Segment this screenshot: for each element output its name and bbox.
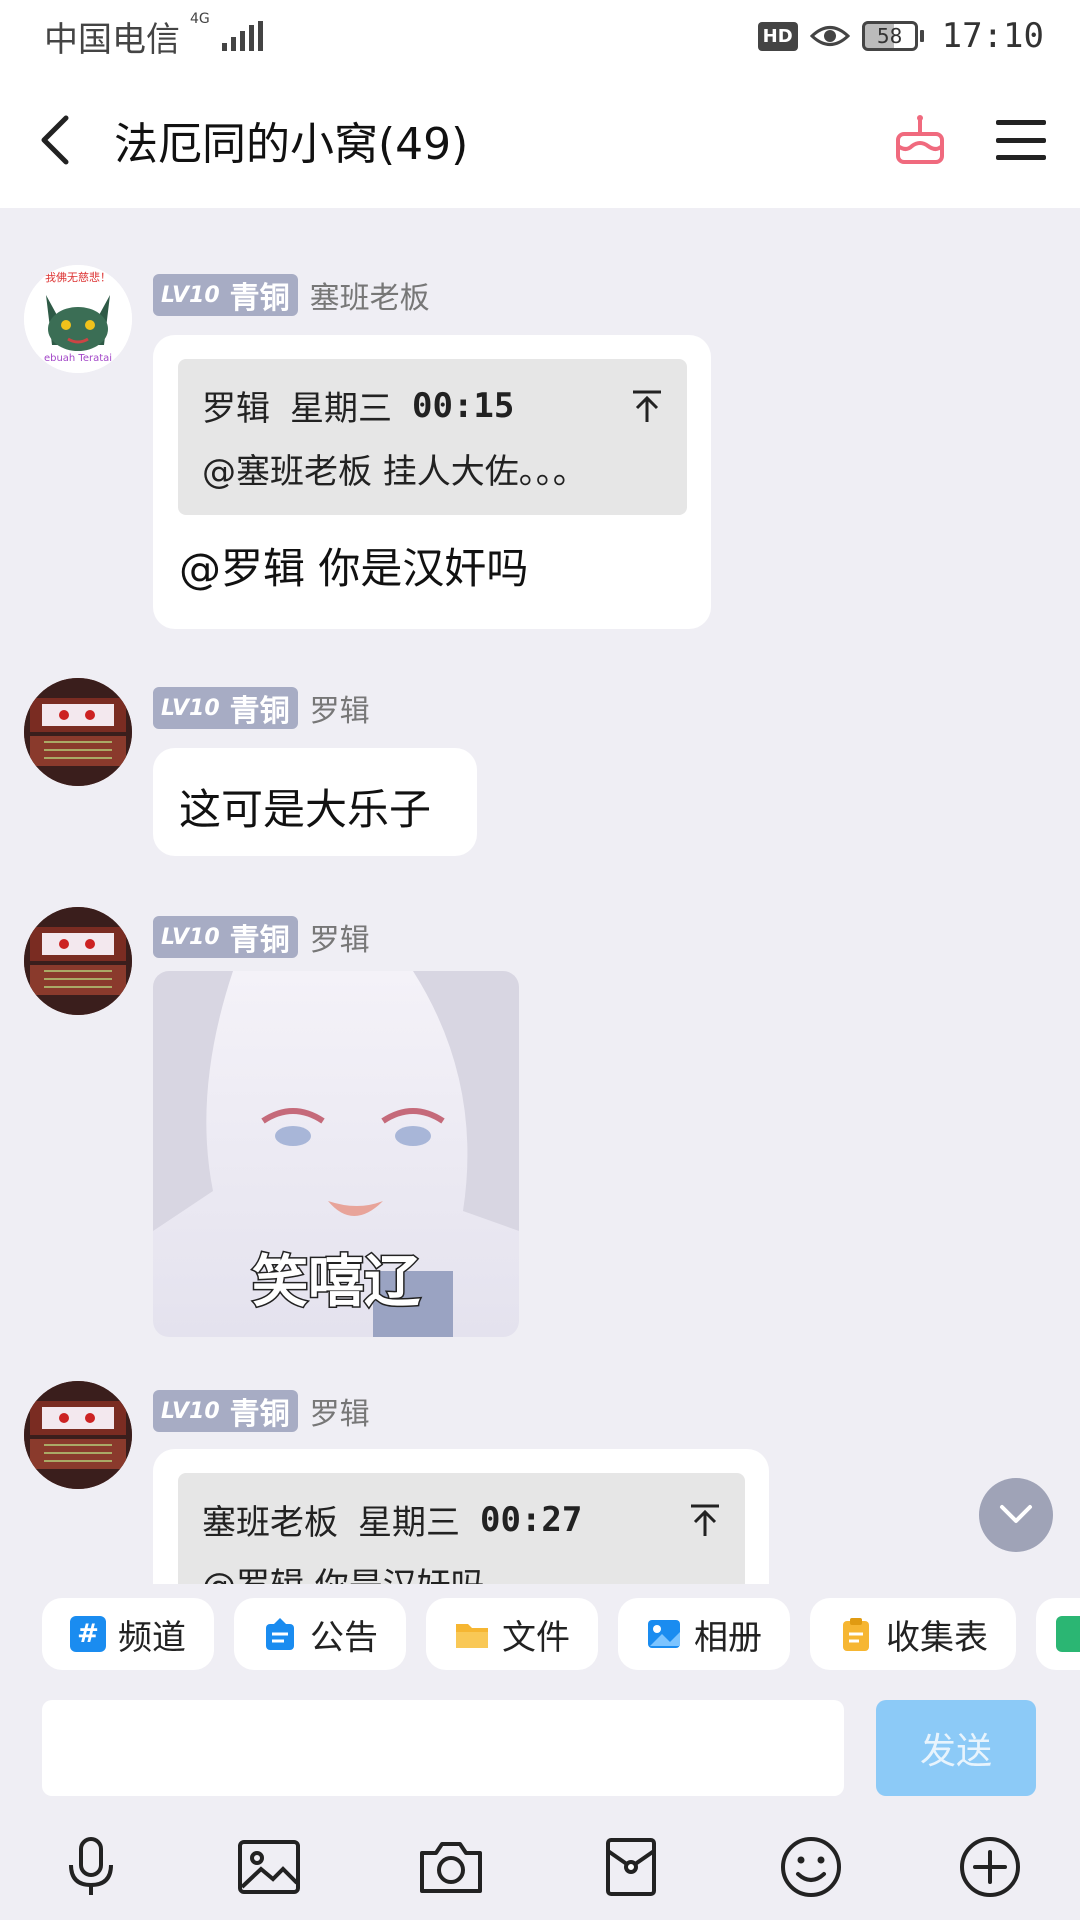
more-button[interactable]: [955, 1832, 1025, 1902]
message-meta: LV10 青铜 罗辑: [153, 915, 370, 959]
level-badge: LV10 青铜: [153, 1390, 298, 1432]
emoji-button[interactable]: [776, 1832, 846, 1902]
quick-actions-bar: # 频道 公告 文件 相册 收集表: [0, 1584, 1080, 1684]
chat-area[interactable]: 我佛无慈悲！ ebuah Teratai LV10 青铜 塞班老板 罗辑 星期三…: [0, 208, 1080, 1584]
composer: 发送: [0, 1684, 1080, 1804]
back-button[interactable]: [34, 105, 84, 175]
message-meta: LV10 青铜 塞班老板: [153, 273, 430, 317]
back-arrow-icon: [41, 115, 69, 165]
message-text: @罗辑 你是汉奸吗: [179, 544, 529, 593]
clock: 17:10: [941, 16, 1044, 56]
sticker-caption: 笑嘻辽: [252, 1250, 420, 1315]
more-app-icon: [1056, 1616, 1080, 1652]
quote-author: 塞班老板: [202, 1503, 338, 1543]
truck-avatar-image: [24, 907, 132, 1015]
quote-day: 星期三: [358, 1503, 460, 1543]
message-bubble[interactable]: 这可是大乐子: [153, 748, 477, 856]
quote-time: 00:15: [412, 385, 515, 426]
message-bubble[interactable]: 罗辑 星期三 00:15 @塞班老板 挂人大佐。。。 @罗辑 你是汉奸吗: [153, 335, 711, 629]
chip-more[interactable]: [1036, 1598, 1080, 1670]
truck-avatar-image: [24, 1381, 132, 1489]
network-type: 4G: [190, 10, 210, 27]
message-meta: LV10 青铜 罗辑: [153, 686, 370, 730]
signal-icon: [221, 21, 263, 51]
chip-channel[interactable]: # 频道: [42, 1598, 214, 1670]
svg-text:ebuah Teratai: ebuah Teratai: [44, 353, 112, 364]
avatar[interactable]: [24, 1381, 132, 1489]
voice-button[interactable]: [56, 1832, 126, 1902]
sender-name[interactable]: 罗辑: [310, 915, 370, 959]
folder-icon: [456, 1624, 488, 1648]
chat-header: 法厄同的小窝(49): [0, 72, 1080, 208]
hd-icon: HD: [757, 21, 798, 51]
cake-icon[interactable]: [892, 112, 948, 168]
chip-files[interactable]: 文件: [426, 1598, 598, 1670]
quote-block[interactable]: 罗辑 星期三 00:15 @塞班老板 挂人大佐。。。: [178, 359, 687, 515]
chevron-down-icon: [1000, 1505, 1032, 1523]
emoji-icon: [781, 1837, 841, 1897]
send-button[interactable]: 发送: [876, 1700, 1036, 1796]
camera-icon: [420, 1842, 482, 1893]
quote-text: @罗辑 你是汉奸吗: [202, 1558, 721, 1584]
hash-icon: #: [70, 1616, 106, 1652]
album-icon: [648, 1620, 680, 1648]
quote-author: 罗辑: [202, 389, 270, 429]
level-badge: LV10 青铜: [153, 687, 298, 729]
menu-button[interactable]: [996, 115, 1046, 165]
jump-to-original-icon[interactable]: [689, 1502, 721, 1538]
message-input[interactable]: [42, 1700, 844, 1796]
red-packet-button[interactable]: [596, 1832, 666, 1902]
message-text: 这可是大乐子: [179, 785, 432, 834]
sender-name[interactable]: 塞班老板: [310, 273, 430, 317]
plus-circle-icon: [960, 1837, 1020, 1897]
chip-album[interactable]: 相册: [618, 1598, 790, 1670]
clipboard-icon: [843, 1618, 869, 1651]
message-meta: LV10 青铜 罗辑: [153, 1389, 370, 1433]
jump-to-original-icon[interactable]: [631, 388, 663, 424]
svg-text:我佛无慈悲！: 我佛无慈悲！: [45, 270, 111, 284]
quote-block[interactable]: 塞班老板 星期三 00:27 @罗辑 你是汉奸吗: [178, 1473, 745, 1584]
message-bubble[interactable]: 塞班老板 星期三 00:27 @罗辑 你是汉奸吗: [153, 1449, 769, 1584]
avatar[interactable]: [24, 678, 132, 786]
sender-name[interactable]: 罗辑: [310, 1389, 370, 1433]
image-button[interactable]: [234, 1832, 304, 1902]
status-bar: 中国电信 4G HD 58 17:10: [0, 0, 1080, 72]
battery-level: 58: [861, 21, 918, 51]
level-badge: LV10 青铜: [153, 916, 298, 958]
sticker-image[interactable]: 笑嘻辽: [153, 971, 519, 1337]
chip-announcement[interactable]: 公告: [234, 1598, 406, 1670]
truck-avatar-image: [24, 678, 132, 786]
avatar[interactable]: 我佛无慈悲！ ebuah Teratai: [24, 265, 132, 373]
announcement-icon: [266, 1618, 294, 1650]
cat-avatar-image: 我佛无慈悲！ ebuah Teratai: [24, 265, 132, 373]
eye-icon: [809, 26, 850, 46]
battery-icon: 58: [861, 21, 924, 51]
scroll-to-bottom-button[interactable]: [979, 1478, 1053, 1552]
quote-day: 星期三: [290, 389, 392, 429]
avatar[interactable]: [24, 907, 132, 1015]
quote-time: 00:27: [480, 1499, 583, 1540]
camera-button[interactable]: [416, 1832, 486, 1902]
quote-text: @塞班老板 挂人大佐。。。: [202, 452, 587, 492]
microphone-icon: [69, 1837, 113, 1895]
page-title: 法厄同的小窝(49): [114, 119, 469, 170]
carrier-label: 中国电信: [44, 19, 180, 60]
image-icon: [238, 1840, 300, 1894]
level-badge: LV10 青铜: [153, 274, 298, 316]
sender-name[interactable]: 罗辑: [310, 686, 370, 730]
chip-collection-form[interactable]: 收集表: [810, 1598, 1016, 1670]
red-packet-icon: [606, 1838, 656, 1896]
bottom-toolbar: [0, 1814, 1080, 1920]
